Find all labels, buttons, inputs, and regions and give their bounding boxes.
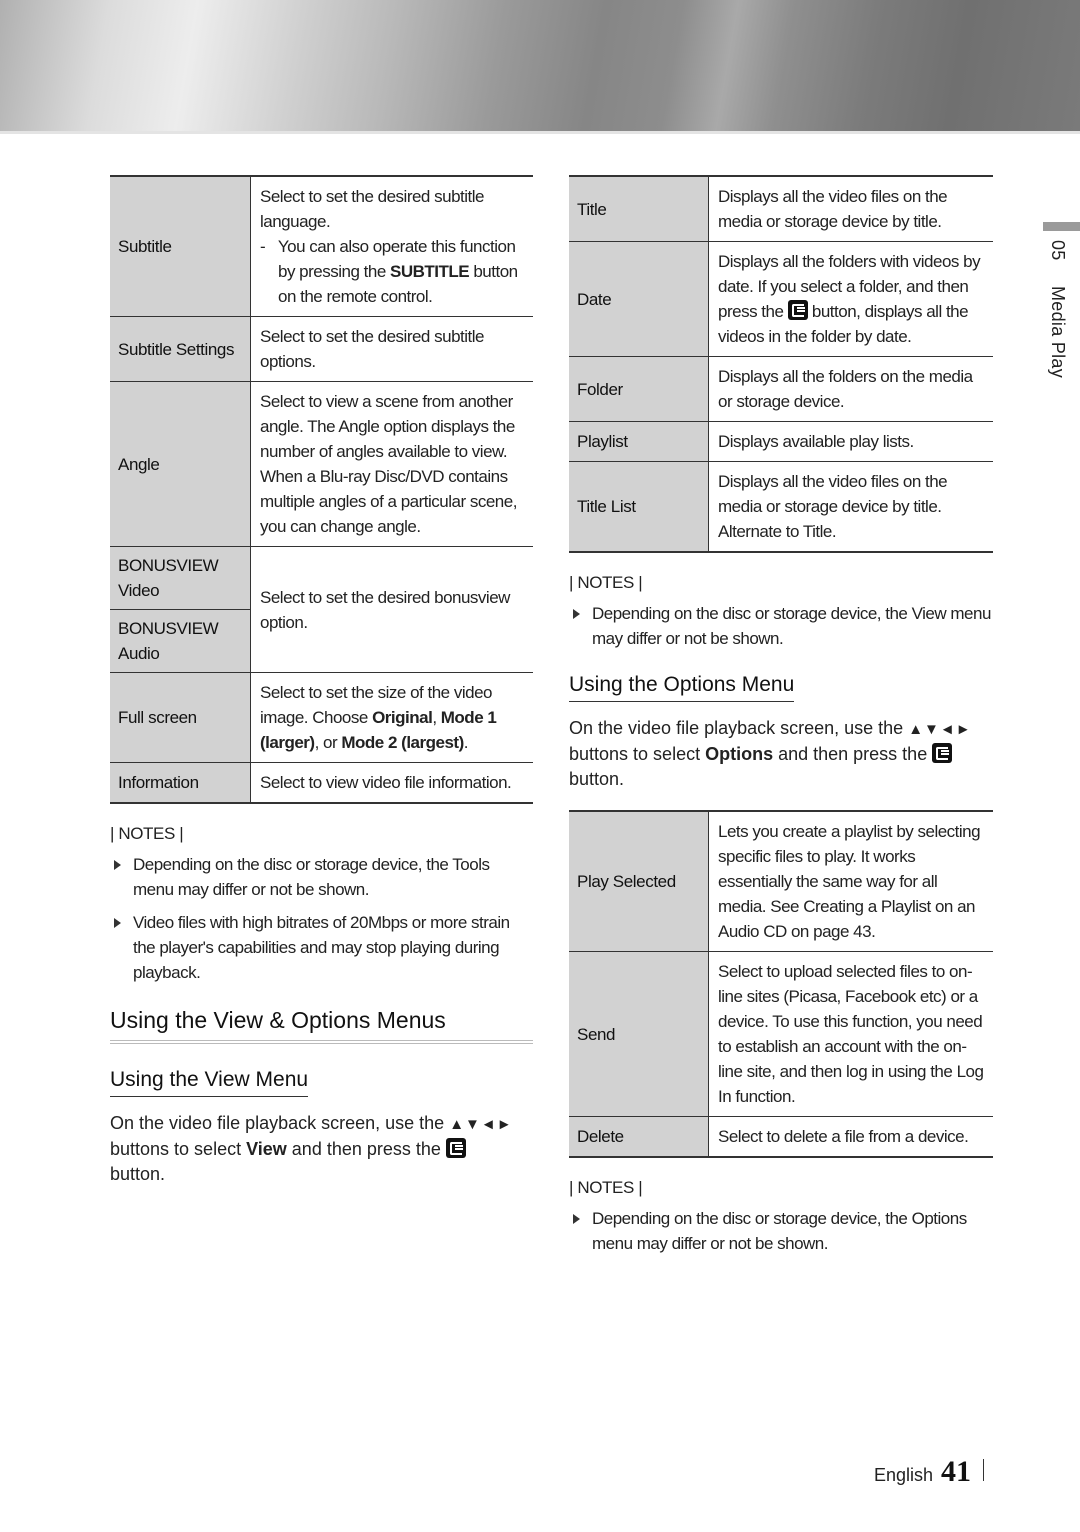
right-column: Title Displays all the video files on th… [569, 175, 993, 1264]
option-name: Angle [110, 381, 251, 547]
option-description: Displays all the folders with videos by … [708, 241, 993, 357]
option-description: Displays all the video files on the medi… [718, 187, 948, 231]
option-name: Information [110, 762, 251, 803]
option-subnote: - You can also operate this function by … [260, 237, 518, 306]
header-banner [0, 0, 1080, 131]
option-description: Select to set the desired bonusview opti… [250, 546, 533, 673]
arrow-buttons-icon: ▲▼◄► [449, 1116, 513, 1133]
notes-heading: | NOTES | [569, 1178, 643, 1197]
table-row: Full screen Select to set the size of th… [110, 672, 533, 763]
option-description: Displays all the video files on the medi… [708, 461, 993, 552]
chapter-tab-marker [1043, 222, 1080, 231]
table-row: Subtitle Select to set the desired subti… [110, 176, 533, 317]
table-row: BONUSVIEW Video Select to set the desire… [110, 546, 533, 673]
enter-button-icon [787, 300, 808, 320]
view-menu-table: Title Displays all the video files on th… [569, 175, 993, 553]
option-description: Select to view video file information. [250, 762, 533, 803]
notes-heading: | NOTES | [569, 573, 643, 592]
enter-button-icon [445, 1138, 466, 1158]
option-description: Select to set the desired subtitle langu… [251, 176, 534, 317]
left-column: Subtitle Select to set the desired subti… [110, 175, 533, 1187]
option-description: Displays all the folders on the media or… [708, 356, 993, 422]
subsection-title: Using the View Menu [110, 1068, 309, 1097]
options-menu-table: Play Selected Lets you create a playlist… [569, 810, 993, 1158]
view-menu-options-table: Subtitle Select to set the desired subti… [110, 175, 533, 804]
table-row: Date Displays all the folders with video… [569, 241, 993, 357]
table-row: Title Displays all the video files on th… [569, 176, 993, 242]
instruction-paragraph: On the video file playback screen, use t… [569, 718, 972, 789]
chapter-title: Media Play [1048, 285, 1068, 378]
arrow-buttons-icon: ▲▼◄► [908, 721, 972, 738]
chapter-number: 05 [1048, 240, 1068, 261]
table-row: Angle Select to view a scene from anothe… [110, 381, 533, 547]
footer-language: English [874, 1465, 934, 1485]
note-item: Depending on the disc or storage device,… [569, 601, 993, 651]
notes-heading: | NOTES | [110, 824, 184, 843]
table-row: Playlist Displays available play lists. [569, 421, 993, 462]
header-divider [0, 131, 1080, 134]
option-name: Full screen [110, 672, 251, 763]
option-name: Play Selected [569, 811, 709, 952]
table-row: Title List Displays all the video files … [569, 461, 993, 552]
option-name: Subtitle [110, 176, 251, 317]
table-row: Information Select to view video file in… [110, 762, 533, 803]
bullet-triangle-icon [573, 609, 580, 619]
note-item: Video files with high bitrates of 20Mbps… [110, 910, 533, 985]
option-description: Select to delete a file from a device. [708, 1116, 993, 1157]
table-row: Folder Displays all the folders on the m… [569, 356, 993, 422]
option-name: Send [569, 951, 709, 1117]
table-row: Play Selected Lets you create a playlist… [569, 811, 993, 952]
bullet-triangle-icon [114, 860, 121, 870]
bullet-triangle-icon [573, 1214, 580, 1224]
option-name: Subtitle Settings [110, 316, 251, 382]
option-description: Select to set the size of the video imag… [250, 672, 533, 763]
option-description: Select to view a scene from another angl… [250, 381, 533, 547]
option-name: BONUSVIEW Video [110, 546, 251, 610]
chapter-label: 05 Media Play [1047, 240, 1068, 398]
option-name: BONUSVIEW Audio [110, 609, 251, 673]
page-number: 41 [941, 1455, 972, 1488]
option-description: Select to set the desired subtitle optio… [250, 316, 533, 382]
note-item: Depending on the disc or storage device,… [110, 852, 533, 902]
option-description: Select to upload selected files to on-li… [708, 951, 993, 1117]
enter-button-icon [932, 743, 953, 763]
page-footer: English 41 [874, 1455, 985, 1489]
option-description: Displays available play lists. [708, 421, 993, 462]
subsection-title: Using the Options Menu [569, 673, 795, 702]
table-row: Send Select to upload selected files to … [569, 951, 993, 1117]
option-name: Playlist [569, 421, 709, 462]
option-name: Delete [569, 1116, 709, 1157]
option-name: Folder [569, 356, 709, 422]
section-title: Using the View & Options Menus [110, 1007, 533, 1044]
table-row: Delete Select to delete a file from a de… [569, 1116, 993, 1157]
option-description: Lets you create a playlist by selecting … [718, 822, 981, 941]
option-name: Title List [569, 461, 709, 552]
option-name: Title [569, 176, 709, 242]
footer-divider [983, 1459, 985, 1481]
table-row: Subtitle Settings Select to set the desi… [110, 316, 533, 382]
option-name: Date [569, 241, 709, 357]
bullet-triangle-icon [114, 918, 121, 928]
instruction-paragraph: On the video file playback screen, use t… [110, 1113, 513, 1184]
note-item: Depending on the disc or storage device,… [569, 1206, 993, 1256]
